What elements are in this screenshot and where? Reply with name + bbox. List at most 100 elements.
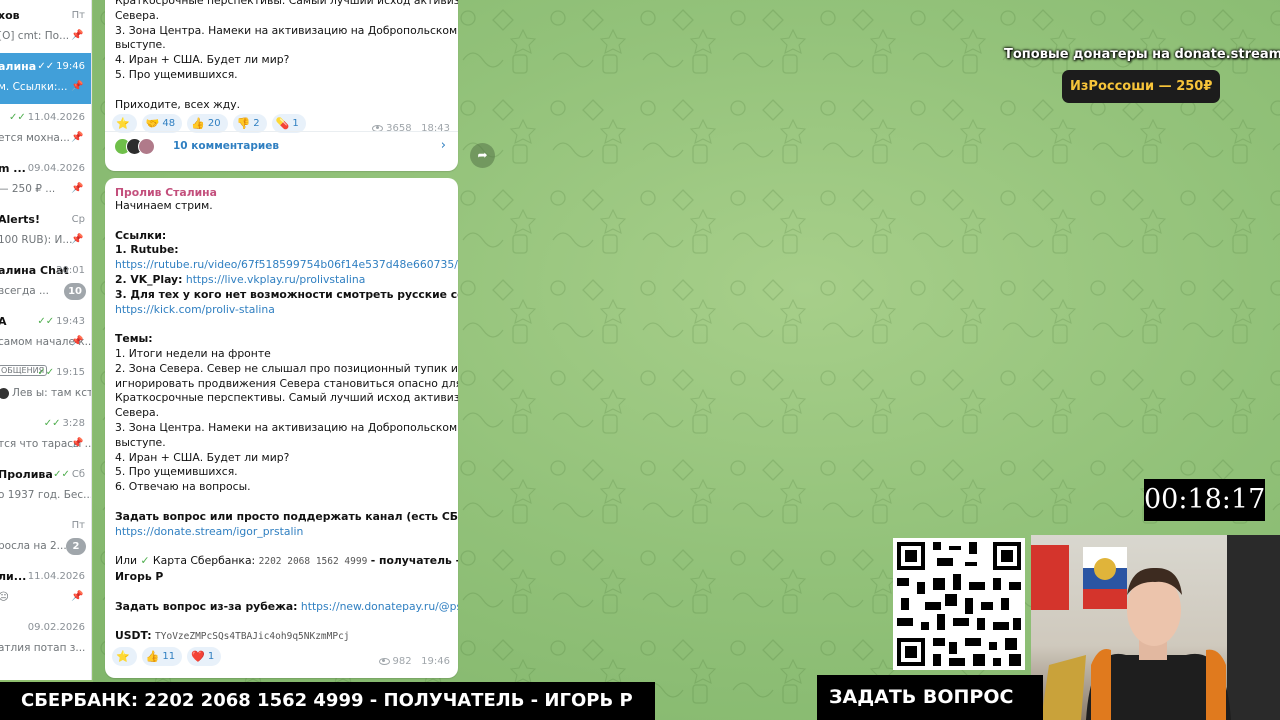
pin-icon: 📌 <box>71 438 84 449</box>
other-services-label: 3. Для тех у кого нет возможности смотре… <box>115 287 458 301</box>
sidebar-chat-item[interactable]: Пролива о 1937 год. Бес... ✓✓ Сб <box>0 461 92 512</box>
chat-time-text: Пт <box>71 520 85 531</box>
sidebar-chat-item[interactable]: хов [О] cmt: По... Пт 📌 <box>0 2 91 53</box>
post-line: 5. Про ущемившихся. <box>115 67 238 81</box>
comments-link[interactable]: 10 комментариев <box>173 140 279 152</box>
comments-bar[interactable]: 10 комментариев › <box>105 131 458 160</box>
views-count: 982 <box>392 656 412 667</box>
sidebar-chat-item[interactable]: m ... — 250 ₽ ... 09.04.2026 📌 <box>0 155 91 206</box>
chat-time-text: 19:46 <box>56 61 85 72</box>
avatar <box>138 138 155 155</box>
sidebar-chat-item[interactable]: ли... 😐 11.04.2026 📌 <box>0 563 91 614</box>
post-line: Приходите, всех жду. <box>115 97 241 111</box>
chat-extra: Лев <box>12 387 33 399</box>
chat-preview-text: 😐 <box>0 591 9 603</box>
reaction-emoji-icon: ⭐ <box>116 117 130 130</box>
reaction-count: 1 <box>207 651 215 662</box>
rutube-link[interactable]: https://rutube.ru/video/67f518599754b06f… <box>115 258 458 271</box>
chat-time: ✓✓ Сб <box>53 469 85 480</box>
share-forward-button[interactable]: ➦ <box>470 143 495 168</box>
card-owner: Игорь Р <box>115 569 164 583</box>
post-views: 982 19:46 <box>378 656 450 667</box>
topic-line: 6. Отвечаю на вопросы. <box>115 480 251 494</box>
chat-preview: всегда ... <box>0 285 49 297</box>
chat-time-text: 09.04.2026 <box>27 163 85 174</box>
sidebar-chat-item[interactable]: росла на 2... Пт 2 <box>0 512 91 563</box>
post-time: 19:46 <box>421 656 450 667</box>
read-check-icon: ✓✓ <box>53 469 70 480</box>
chat-time: 09.02.2026 <box>28 622 85 633</box>
topic-line: 4. Иран + США. Будет ли мир? <box>115 450 290 464</box>
chat-sender-avatar <box>0 387 9 399</box>
sidebar-chat-item[interactable]: атлия потап з... 09.02.2026 <box>0 614 91 665</box>
card-number[interactable]: 2202 2068 1562 4999 <box>259 556 368 567</box>
donatepay-link[interactable]: https://new.donatepay.ru/@ps <box>301 600 458 613</box>
kick-link[interactable]: https://kick.com/proliv-stalina <box>115 303 275 316</box>
reaction-chip[interactable]: ❤️ 1 <box>187 647 222 666</box>
sidebar-chat-item[interactable]: тся что тарасы ... ✓✓ 3:28 📌 <box>0 410 91 461</box>
topic-line: Краткосрочные перспективы. Самый лучший … <box>115 391 458 405</box>
unread-badge: 2 <box>66 538 86 555</box>
reaction-emoji-icon: 👍 <box>191 117 205 130</box>
post-line <box>115 83 448 98</box>
commenter-avatars <box>114 138 155 155</box>
post-line: 3. Зона Центра. Намеки на активизацию на… <box>115 23 458 37</box>
chat-preview-text: [О] cmt: По... <box>0 30 70 42</box>
reaction-count: 20 <box>207 118 221 129</box>
usdt-address[interactable]: TYoVzeZMPcSQs4TBAJic4oh9q5NKzmMPcj <box>155 631 349 642</box>
pin-icon: 📌 <box>71 336 84 347</box>
post-sender-name[interactable]: Пролив Сталина <box>105 178 458 199</box>
chat-time: ✓✓ 19:43 <box>37 316 85 327</box>
qr-code-icon <box>893 538 1025 670</box>
chat-list-sidebar: хов [О] cmt: По... Пт 📌 алина м. Ссылки:... ✓✓… <box>0 0 92 680</box>
chat-preview-text: росла на 2... <box>0 540 67 552</box>
chat-time: 09.04.2026 <box>28 163 85 174</box>
chat-preview-text: ется мохна... <box>0 132 70 144</box>
chat-preview: о 1937 год. Бес... <box>0 489 92 501</box>
sidebar-chat-item[interactable]: ОБЩЕНИЯЛев ы: там кстати 20...✓✓19:15 <box>0 359 91 410</box>
chat-preview: Лев ы: там кстати 20... <box>0 387 91 399</box>
vk-link[interactable]: https://live.vkplay.ru/prolivstalina <box>186 273 365 286</box>
read-check-icon: ✓✓ <box>37 367 55 378</box>
chat-title: m ... <box>0 162 26 175</box>
chat-time-text: Сб <box>71 469 85 480</box>
links-header: Ссылки: <box>115 228 167 242</box>
chat-time: ✓✓ 3:28 <box>44 418 85 429</box>
post-text: Краткосрочные перспективы. Самый лучший … <box>105 0 458 112</box>
chat-title: A <box>0 315 7 328</box>
reaction-count: 48 <box>162 118 176 129</box>
donate-link[interactable]: https://donate.stream/igor_prstalin <box>115 525 303 538</box>
chat-time-text: 19:43 <box>56 316 85 327</box>
sidebar-chat-item[interactable]: Alerts! 100 RUB): И... Ср 📌 <box>0 206 91 257</box>
unread-badge: 10 <box>64 283 86 300</box>
chat-title: ли... <box>0 570 27 583</box>
chat-title: хов <box>0 9 20 22</box>
pin-icon: 📌 <box>71 30 84 41</box>
chat-preview-text: всегда ... <box>0 285 49 297</box>
topic-line: 3. Зона Центра. Намеки на активизацию на… <box>115 420 458 434</box>
sidebar-chat-item[interactable]: Aсамом начале к...✓✓19:43📌 <box>0 308 91 359</box>
chat-time-text: 09.02.2026 <box>27 622 85 633</box>
post-line: выступе. <box>115 38 166 52</box>
chat-preview-text: атлия потап з... <box>0 642 86 654</box>
sidebar-chat-item[interactable]: алина Chat всегда ... 20:01 10 <box>0 257 91 308</box>
post-line: 4. Иран + США. Будет ли мир? <box>115 53 290 67</box>
sidebar-chat-item[interactable]: алина м. Ссылки:... ✓✓ 19:46 📌 <box>0 53 91 104</box>
topics-list: 1. Итоги недели на фронте 2. Зона Севера.… <box>115 347 458 495</box>
top-donaters-title: Топовые донатеры на donate.stream <box>1004 47 1280 62</box>
pin-icon: 📌 <box>71 81 84 92</box>
reaction-emoji-icon: 🤝 <box>145 117 160 130</box>
card-suffix: - получатель - <box>370 554 458 568</box>
chat-preview-text: о 1937 год. Бес... <box>0 489 92 501</box>
chevron-right-icon: › <box>440 138 446 153</box>
chat-time: Пт <box>72 520 85 531</box>
sidebar-chat-item[interactable]: ется мохна... ✓✓ 11.04.2026 📌 <box>0 104 91 155</box>
chat-time: Ср <box>72 214 85 225</box>
chat-time: 20:01 <box>56 265 85 276</box>
post-line: Краткосрочные перспективы. Самый лучший … <box>115 0 458 7</box>
chat-time-text: 3:28 <box>62 418 85 429</box>
chat-preview: м. Ссылки:... <box>0 81 67 93</box>
reaction-chip[interactable]: 👍 11 <box>141 647 183 666</box>
reaction-chip[interactable]: ⭐ <box>112 647 137 666</box>
chat-preview: росла на 2... <box>0 540 67 552</box>
